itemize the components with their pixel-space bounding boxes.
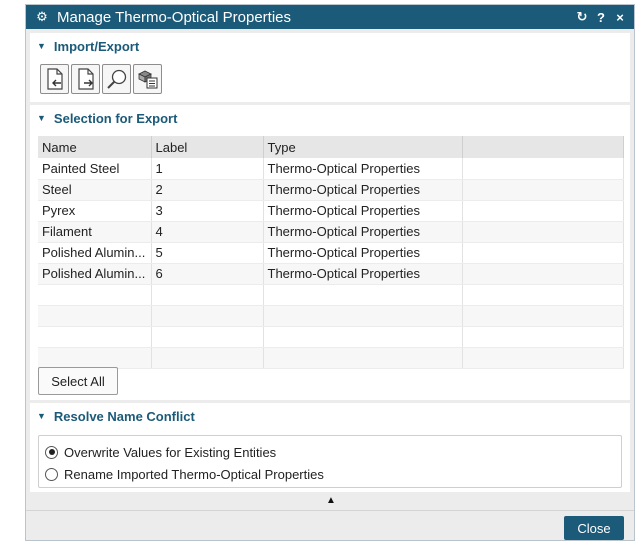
cell-label — [151, 347, 264, 369]
column-header-label[interactable]: Label — [151, 136, 264, 158]
table-row[interactable]: Steel 2 Thermo-Optical Properties — [38, 179, 624, 201]
cell-type — [263, 326, 463, 348]
cell-label: 3 — [151, 200, 264, 222]
cell-name: Pyrex — [38, 200, 152, 222]
cell-type — [263, 347, 463, 369]
manage-thermo-optical-dialog: ⚙ Manage Thermo-Optical Properties ↻ ? ×… — [25, 4, 635, 541]
column-header-type[interactable]: Type — [263, 136, 463, 158]
export-table: Name Label Type Painted Steel 1 Thermo-Opt… — [38, 136, 624, 369]
cell-type: Thermo-Optical Properties — [263, 158, 463, 180]
table-row[interactable] — [38, 284, 624, 306]
collapse-up-icon[interactable]: ▲ — [321, 495, 341, 506]
table-row[interactable]: Pyrex 3 Thermo-Optical Properties — [38, 200, 624, 222]
close-button[interactable]: Close — [564, 516, 624, 540]
import-export-title: Import/Export — [53, 38, 140, 54]
cell-name — [38, 284, 152, 306]
cell-type — [263, 305, 463, 327]
radio-rename[interactable] — [45, 467, 58, 481]
cell-extra — [462, 200, 624, 222]
cell-label: 2 — [151, 179, 264, 201]
import-export-toolbar — [40, 64, 630, 94]
cell-name — [38, 305, 152, 327]
cell-label: 1 — [151, 158, 264, 180]
cell-label — [151, 305, 264, 327]
cell-name: Polished Alumin... — [38, 263, 152, 285]
cell-label: 4 — [151, 221, 264, 243]
table-row[interactable]: Polished Alumin... 6 Thermo-Optical Proper… — [38, 263, 624, 285]
cell-name — [38, 347, 152, 369]
cell-label: 5 — [151, 242, 264, 264]
cell-name: Polished Alumin... — [38, 242, 152, 264]
table-row[interactable]: Filament 4 Thermo-Optical Properties — [38, 221, 624, 243]
selection-export-title: Selection for Export — [53, 110, 178, 126]
cell-label — [151, 284, 264, 306]
cell-type: Thermo-Optical Properties — [263, 200, 463, 222]
cell-extra — [462, 221, 624, 243]
cell-type: Thermo-Optical Properties — [263, 221, 463, 243]
database-button[interactable] — [133, 64, 162, 94]
cell-label — [151, 326, 264, 348]
footer-divider — [26, 510, 634, 511]
cell-name: Filament — [38, 221, 152, 243]
cell-name: Steel — [38, 179, 152, 201]
cell-extra — [462, 263, 624, 285]
window-title: Manage Thermo-Optical Properties — [57, 8, 291, 26]
cell-name: Painted Steel — [38, 158, 152, 180]
cell-extra — [462, 179, 624, 201]
selection-export-section: ▼ Selection for Export Name Label Type P… — [30, 105, 630, 400]
search-button[interactable] — [102, 64, 131, 94]
column-header-name[interactable]: Name — [38, 136, 152, 158]
option-overwrite[interactable]: Overwrite Values for Existing Entities — [39, 441, 621, 463]
close-icon[interactable]: × — [612, 10, 628, 25]
cell-extra — [462, 158, 624, 180]
cell-extra — [462, 242, 624, 264]
help-icon[interactable]: ? — [593, 10, 609, 25]
table-row[interactable] — [38, 326, 624, 348]
caret-down-icon: ▼ — [37, 113, 46, 123]
import-file-icon — [46, 68, 63, 90]
selection-export-header[interactable]: ▼ Selection for Export — [30, 105, 630, 131]
column-header-extra[interactable] — [462, 136, 624, 158]
cell-type: Thermo-Optical Properties — [263, 263, 463, 285]
resolve-conflict-header[interactable]: ▼ Resolve Name Conflict — [30, 403, 630, 429]
cell-name — [38, 326, 152, 348]
resolve-conflict-section: ▼ Resolve Name Conflict Overwrite Values… — [30, 403, 630, 492]
table-row[interactable]: Polished Alumin... 5 Thermo-Optical Proper… — [38, 242, 624, 264]
search-icon — [106, 69, 126, 89]
import-button[interactable] — [40, 64, 69, 94]
export-button[interactable] — [71, 64, 100, 94]
table-row[interactable]: Painted Steel 1 Thermo-Optical Properties — [38, 158, 624, 180]
caret-down-icon: ▼ — [37, 41, 46, 51]
cell-type: Thermo-Optical Properties — [263, 242, 463, 264]
resolve-conflict-title: Resolve Name Conflict — [53, 408, 195, 424]
cell-type — [263, 284, 463, 306]
import-export-header[interactable]: ▼ Import/Export — [30, 33, 630, 59]
cell-type: Thermo-Optical Properties — [263, 179, 463, 201]
radio-overwrite[interactable] — [45, 445, 58, 459]
reset-icon[interactable]: ↻ — [574, 9, 590, 25]
conflict-options-group: Overwrite Values for Existing Entities R… — [38, 435, 622, 488]
caret-down-icon: ▼ — [37, 411, 46, 421]
table-row[interactable] — [38, 347, 624, 369]
export-file-icon — [77, 68, 94, 90]
title-actions: ↻ ? × — [571, 9, 628, 25]
cell-extra — [462, 305, 624, 327]
table-header-row: Name Label Type — [38, 136, 624, 158]
select-all-button[interactable]: Select All — [38, 367, 118, 395]
cell-extra — [462, 284, 624, 306]
table-row[interactable] — [38, 305, 624, 327]
title-bar[interactable]: ⚙ Manage Thermo-Optical Properties ↻ ? × — [26, 5, 634, 29]
option-rename[interactable]: Rename Imported Thermo-Optical Propertie… — [39, 463, 621, 485]
cell-label: 6 — [151, 263, 264, 285]
gear-icon: ⚙ — [36, 9, 48, 24]
option-overwrite-label: Overwrite Values for Existing Entities — [64, 444, 277, 460]
option-rename-label: Rename Imported Thermo-Optical Propertie… — [64, 466, 324, 482]
cell-extra — [462, 326, 624, 348]
import-export-section: ▼ Import/Export — [30, 33, 630, 102]
database-icon — [137, 70, 157, 89]
cell-extra — [462, 347, 624, 369]
